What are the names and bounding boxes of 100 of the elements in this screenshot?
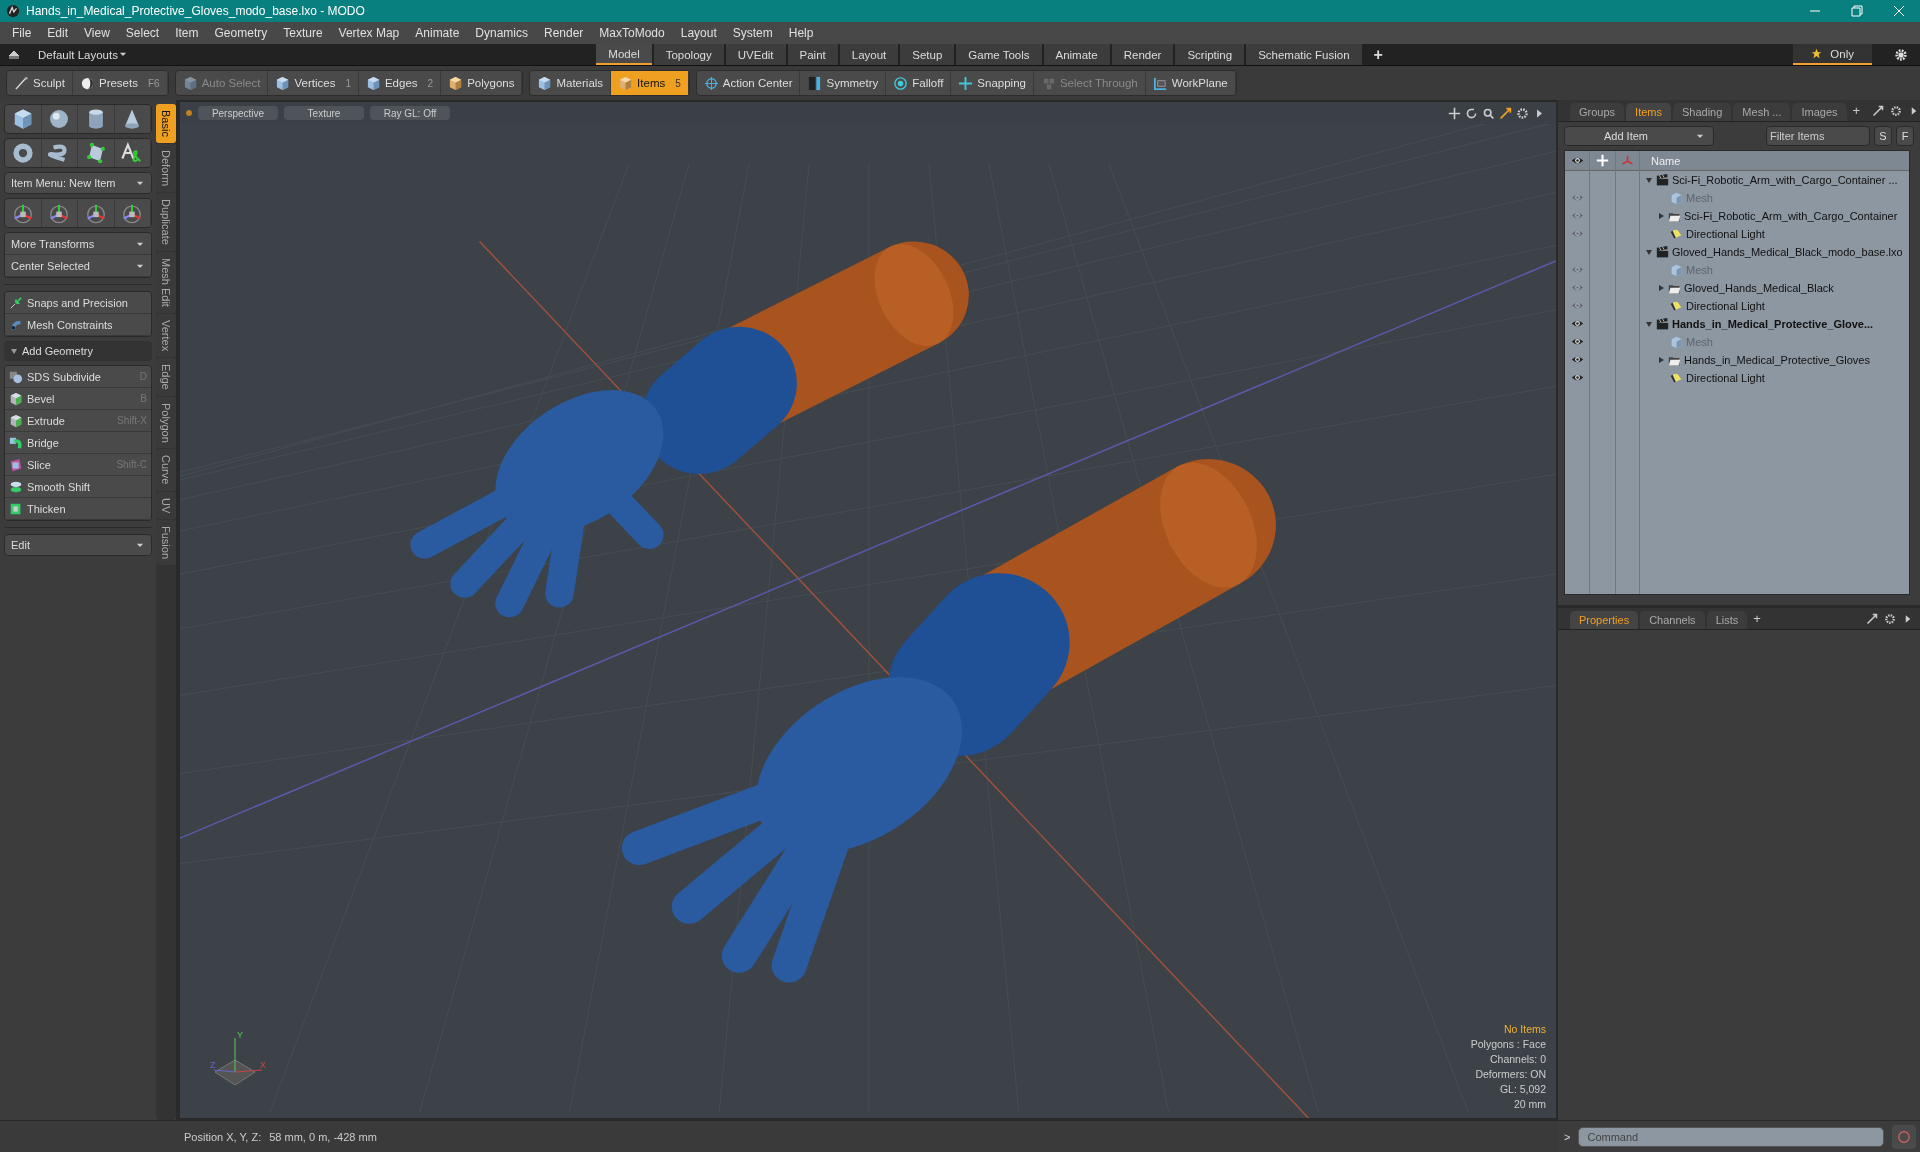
tool-button[interactable]: Smooth Shift: [5, 476, 151, 498]
filter-option-button[interactable]: S: [1874, 126, 1892, 146]
close-icon[interactable]: [1893, 5, 1905, 17]
side-tab[interactable]: Fusion: [156, 520, 176, 566]
toolbar-button[interactable]: Vertices 1: [268, 71, 359, 95]
tool-button[interactable]: Snaps and Precision: [5, 292, 151, 314]
add-tab-button[interactable]: +: [1848, 100, 1865, 121]
layout-tab[interactable]: Layout: [839, 44, 899, 65]
toolbar-button[interactable]: Falloff: [886, 71, 952, 95]
toolbar-button[interactable]: Sculpt: [7, 71, 73, 95]
settings-icon[interactable]: [1516, 106, 1529, 120]
side-tab[interactable]: Deform: [156, 143, 176, 192]
maximize-icon[interactable]: [1866, 613, 1878, 625]
panel-tab[interactable]: Groups: [1570, 103, 1625, 121]
menu-item[interactable]: Animate: [407, 22, 468, 44]
restore-icon[interactable]: [1851, 5, 1863, 17]
expand-arrow-icon[interactable]: [1657, 212, 1665, 220]
toolbar-button[interactable]: WorkPlane: [1145, 71, 1236, 95]
menu-item[interactable]: File: [4, 22, 40, 44]
settings-icon[interactable]: [1890, 105, 1903, 117]
view-option-button[interactable]: Ray GL: Off: [370, 106, 450, 120]
toolbar-button[interactable]: Symmetry: [800, 71, 887, 95]
view-option-button[interactable]: Perspective: [198, 106, 278, 120]
toolbar-button[interactable]: Edges 2: [358, 71, 442, 95]
menu-item[interactable]: Geometry: [206, 22, 276, 44]
tool-button[interactable]: Mesh Constraints: [5, 314, 151, 336]
rotate-view-icon[interactable]: [1465, 106, 1478, 120]
filter-option-button[interactable]: F: [1896, 126, 1914, 146]
menu-item[interactable]: View: [76, 22, 118, 44]
item-name[interactable]: Gloved_Hands_Medical_Black_modo_base.lxo: [1672, 246, 1903, 258]
panel-tab[interactable]: Images: [1792, 103, 1847, 121]
layout-tab[interactable]: UVEdit: [725, 44, 786, 65]
expand-arrow-icon[interactable]: [1645, 176, 1653, 184]
layout-tab[interactable]: Animate: [1043, 44, 1110, 65]
tool-button[interactable]: Bridge: [5, 432, 151, 454]
item-name[interactable]: Directional Light: [1686, 228, 1765, 240]
menu-item[interactable]: Select: [117, 22, 168, 44]
menu-item[interactable]: Render: [536, 22, 592, 44]
add-item-dropdown[interactable]: Add Item: [1564, 126, 1714, 146]
settings-icon[interactable]: [1894, 47, 1908, 62]
settings-icon[interactable]: [1884, 613, 1896, 625]
move-view-icon[interactable]: [1448, 106, 1461, 120]
expand-arrow-icon[interactable]: [1657, 356, 1665, 364]
expand-arrow-icon[interactable]: [1645, 320, 1653, 328]
side-tab[interactable]: Vertex: [156, 313, 176, 357]
panel-tab[interactable]: Mesh ...: [1733, 103, 1791, 121]
maximize-icon[interactable]: [1499, 106, 1512, 120]
maximize-icon[interactable]: [1872, 105, 1885, 117]
layout-tab[interactable]: Render: [1111, 44, 1174, 65]
side-tab[interactable]: Basic: [156, 104, 176, 143]
add-tab-button[interactable]: +: [1363, 44, 1393, 65]
zoom-icon[interactable]: [1482, 106, 1495, 120]
menu-item[interactable]: Item: [167, 22, 207, 44]
only-toggle[interactable]: Only: [1793, 44, 1872, 65]
item-name[interactable]: Directional Light: [1686, 300, 1765, 312]
item-name[interactable]: Sci-Fi_Robotic_Arm_with_Cargo_Container ...: [1672, 174, 1898, 186]
menu-item[interactable]: System: [724, 22, 781, 44]
dropdown[interactable]: Edit: [4, 534, 152, 556]
dropdown[interactable]: Item Menu: New Item: [4, 172, 152, 194]
side-tab[interactable]: Duplicate: [156, 192, 176, 251]
record-button[interactable]: [1892, 1124, 1916, 1149]
layout-tab[interactable]: Model: [596, 44, 652, 65]
toolbar-button[interactable]: Presets F6: [72, 71, 168, 95]
layout-tab[interactable]: Scripting: [1175, 44, 1245, 65]
dropdown[interactable]: Center Selected: [5, 255, 151, 277]
tool-button[interactable]: Thicken: [5, 498, 151, 520]
item-name[interactable]: Sci-Fi_Robotic_Arm_with_Cargo_Container: [1684, 210, 1898, 222]
expand-arrow-icon[interactable]: [1657, 284, 1665, 292]
layout-tab[interactable]: Setup: [900, 44, 955, 65]
panel-tab[interactable]: Items: [1626, 103, 1671, 121]
panel-tab[interactable]: Lists: [1706, 611, 1748, 629]
menu-item[interactable]: Help: [780, 22, 822, 44]
panel-tab[interactable]: Shading: [1673, 103, 1732, 121]
menu-item[interactable]: Vertex Map: [330, 22, 408, 44]
command-field[interactable]: Command: [1578, 1126, 1884, 1147]
toolbar-button[interactable]: Action Center: [696, 71, 801, 95]
side-tab[interactable]: UV: [156, 491, 176, 520]
item-name[interactable]: Directional Light: [1686, 372, 1765, 384]
dropdown[interactable]: More Transforms: [5, 233, 151, 255]
menu-item[interactable]: MaxToModo: [591, 22, 673, 44]
toolbar-button[interactable]: Items 5: [611, 71, 689, 95]
layout-tab[interactable]: Game Tools: [956, 44, 1042, 65]
menu-item[interactable]: Dynamics: [467, 22, 536, 44]
layout-tab[interactable]: Schematic Fusion: [1246, 44, 1362, 65]
item-name[interactable]: Hands_in_Medical_Protective_Glove...: [1672, 318, 1874, 330]
item-name[interactable]: Gloved_Hands_Medical_Black: [1684, 282, 1834, 294]
expand-arrow-icon[interactable]: [1645, 248, 1653, 256]
side-tab[interactable]: Polygon: [156, 396, 176, 449]
toolbar-button[interactable]: Polygons: [441, 71, 523, 95]
panel-tab[interactable]: Channels: [1640, 611, 1705, 629]
layouts-dropdown[interactable]: Default Layouts: [38, 48, 128, 61]
add-tab-button[interactable]: +: [1749, 608, 1765, 629]
item-name[interactable]: Hands_in_Medical_Protective_Gloves: [1684, 354, 1870, 366]
menu-item[interactable]: Edit: [39, 22, 77, 44]
panel-tab[interactable]: Properties: [1570, 611, 1639, 629]
layout-tab[interactable]: Paint: [787, 44, 838, 65]
filter-field[interactable]: Filter Items: [1766, 126, 1870, 146]
layout-tab[interactable]: Topology: [653, 44, 724, 65]
side-tab[interactable]: Mesh Edit: [156, 251, 176, 313]
menu-item[interactable]: Layout: [672, 22, 725, 44]
